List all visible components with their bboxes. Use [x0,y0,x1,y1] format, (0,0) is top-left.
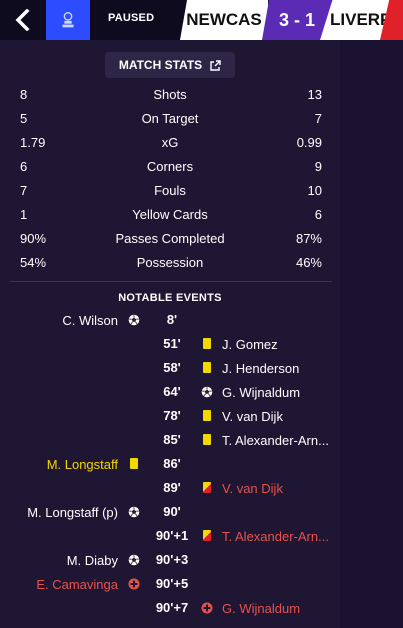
event-row: 90'+7 G. Wijnaldum [0,597,340,619]
event-away-player[interactable]: T. Alexander-Arn... [222,433,329,448]
event-minute: 85' [163,432,181,447]
chevron-left-icon [15,9,30,31]
stat-row: 7 Fouls 10 [0,180,340,202]
yellow-card-icon [201,362,213,374]
injury-icon [128,578,140,590]
event-row: 58' J. Henderson [0,357,340,379]
goal-icon [128,554,140,566]
stat-away-value: 10 [307,183,322,198]
event-home-player[interactable]: M. Longstaff (p) [27,505,118,520]
stat-label: Passes Completed [115,231,225,246]
event-minute: 90'+5 [155,576,189,591]
stat-row: 1.79 xG 0.99 [0,132,340,154]
match-stats-title: MATCH STATS [118,58,203,72]
event-minute: 90'+7 [155,600,189,615]
event-row: 51' J. Gomez [0,333,340,355]
event-away-player[interactable]: T. Alexander-Arn... [222,529,329,544]
yellow-card-icon [201,434,213,446]
penalty-goal-icon [128,506,140,518]
divider [10,281,332,282]
stat-row: 8 Shots 13 [0,84,340,106]
stat-label: Yellow Cards [132,207,208,222]
stat-label: On Target [141,111,199,126]
event-row: M. Diaby 90'+3 [0,549,340,571]
stat-row: 90% Passes Completed 87% [0,228,340,250]
stat-label: Possession [136,255,204,270]
event-home-player[interactable]: E. Camavinga [36,577,118,592]
event-minute: 64' [163,384,181,399]
event-away-player[interactable]: V. van Dijk [222,409,283,424]
event-row: C. Wilson 8' [0,309,340,331]
event-away-player[interactable]: J. Henderson [222,361,299,376]
event-row: 64' G. Wijnaldum [0,381,340,403]
event-away-player[interactable]: G. Wijnaldum [222,385,300,400]
match-stats-button[interactable]: MATCH STATS [105,52,235,78]
event-minute: 51' [163,336,181,351]
event-row: M. Longstaff 86' [0,453,340,475]
stat-away-value: 6 [314,207,322,222]
stat-away-value: 46% [295,255,322,270]
event-row: M. Longstaff (p) 90' [0,501,340,523]
back-button[interactable] [0,0,46,40]
event-home-player[interactable]: C. Wilson [62,313,118,328]
goal-icon [128,314,140,326]
event-row: 78' V. van Dijk [0,405,340,427]
stat-away-value: 0.99 [296,135,322,150]
yellow-card-icon [201,410,213,422]
yellow-card-icon [128,458,140,470]
stat-label: Fouls [154,183,186,198]
event-minute: 90'+1 [155,528,189,543]
stat-away-value: 7 [314,111,322,126]
event-minute: 89' [163,480,181,495]
yellow-card-icon [201,338,213,350]
stat-row: 1 Yellow Cards 6 [0,204,340,226]
stat-label: Corners [146,159,194,174]
injury-icon [201,602,213,614]
event-home-player[interactable]: M. Diaby [67,553,118,568]
expand-icon [210,59,221,71]
match-status: PAUSED [108,12,155,24]
competition-logo[interactable] [46,0,90,40]
stat-row: 5 On Target 7 [0,108,340,130]
event-away-player[interactable]: J. Gomez [222,337,278,352]
score: 3 - 1 [262,0,332,40]
stat-row: 54% Possession 46% [0,252,340,274]
stat-away-value: 87% [295,231,322,246]
stat-row: 6 Corners 9 [0,156,340,178]
stat-label: xG [161,135,179,150]
event-home-player[interactable]: M. Longstaff [47,457,118,472]
event-minute: 78' [163,408,181,423]
second-yellow-icon [201,530,213,542]
event-minute: 8' [166,312,178,327]
event-row: E. Camavinga 90'+5 [0,573,340,595]
stat-label: Shots [153,87,187,102]
notable-events-title: NOTABLE EVENTS [118,292,222,304]
stat-away-value: 13 [307,87,322,102]
event-away-player[interactable]: G. Wijnaldum [222,601,300,616]
home-team-name[interactable]: NEWCAS [180,0,268,40]
right-background [340,40,403,628]
goal-icon [201,386,213,398]
stat-away-value: 9 [314,159,322,174]
event-minute: 90'+3 [155,552,189,567]
event-row: 89' V. van Dijk [0,477,340,499]
event-away-player[interactable]: V. van Dijk [222,481,283,496]
event-minute: 90' [163,504,181,519]
trophy-icon [62,11,74,28]
event-row: 90'+1 T. Alexander-Arn... [0,525,340,547]
event-row: 85' T. Alexander-Arn... [0,429,340,451]
event-minute: 58' [163,360,181,375]
event-minute: 86' [163,456,181,471]
second-yellow-icon [201,482,213,494]
